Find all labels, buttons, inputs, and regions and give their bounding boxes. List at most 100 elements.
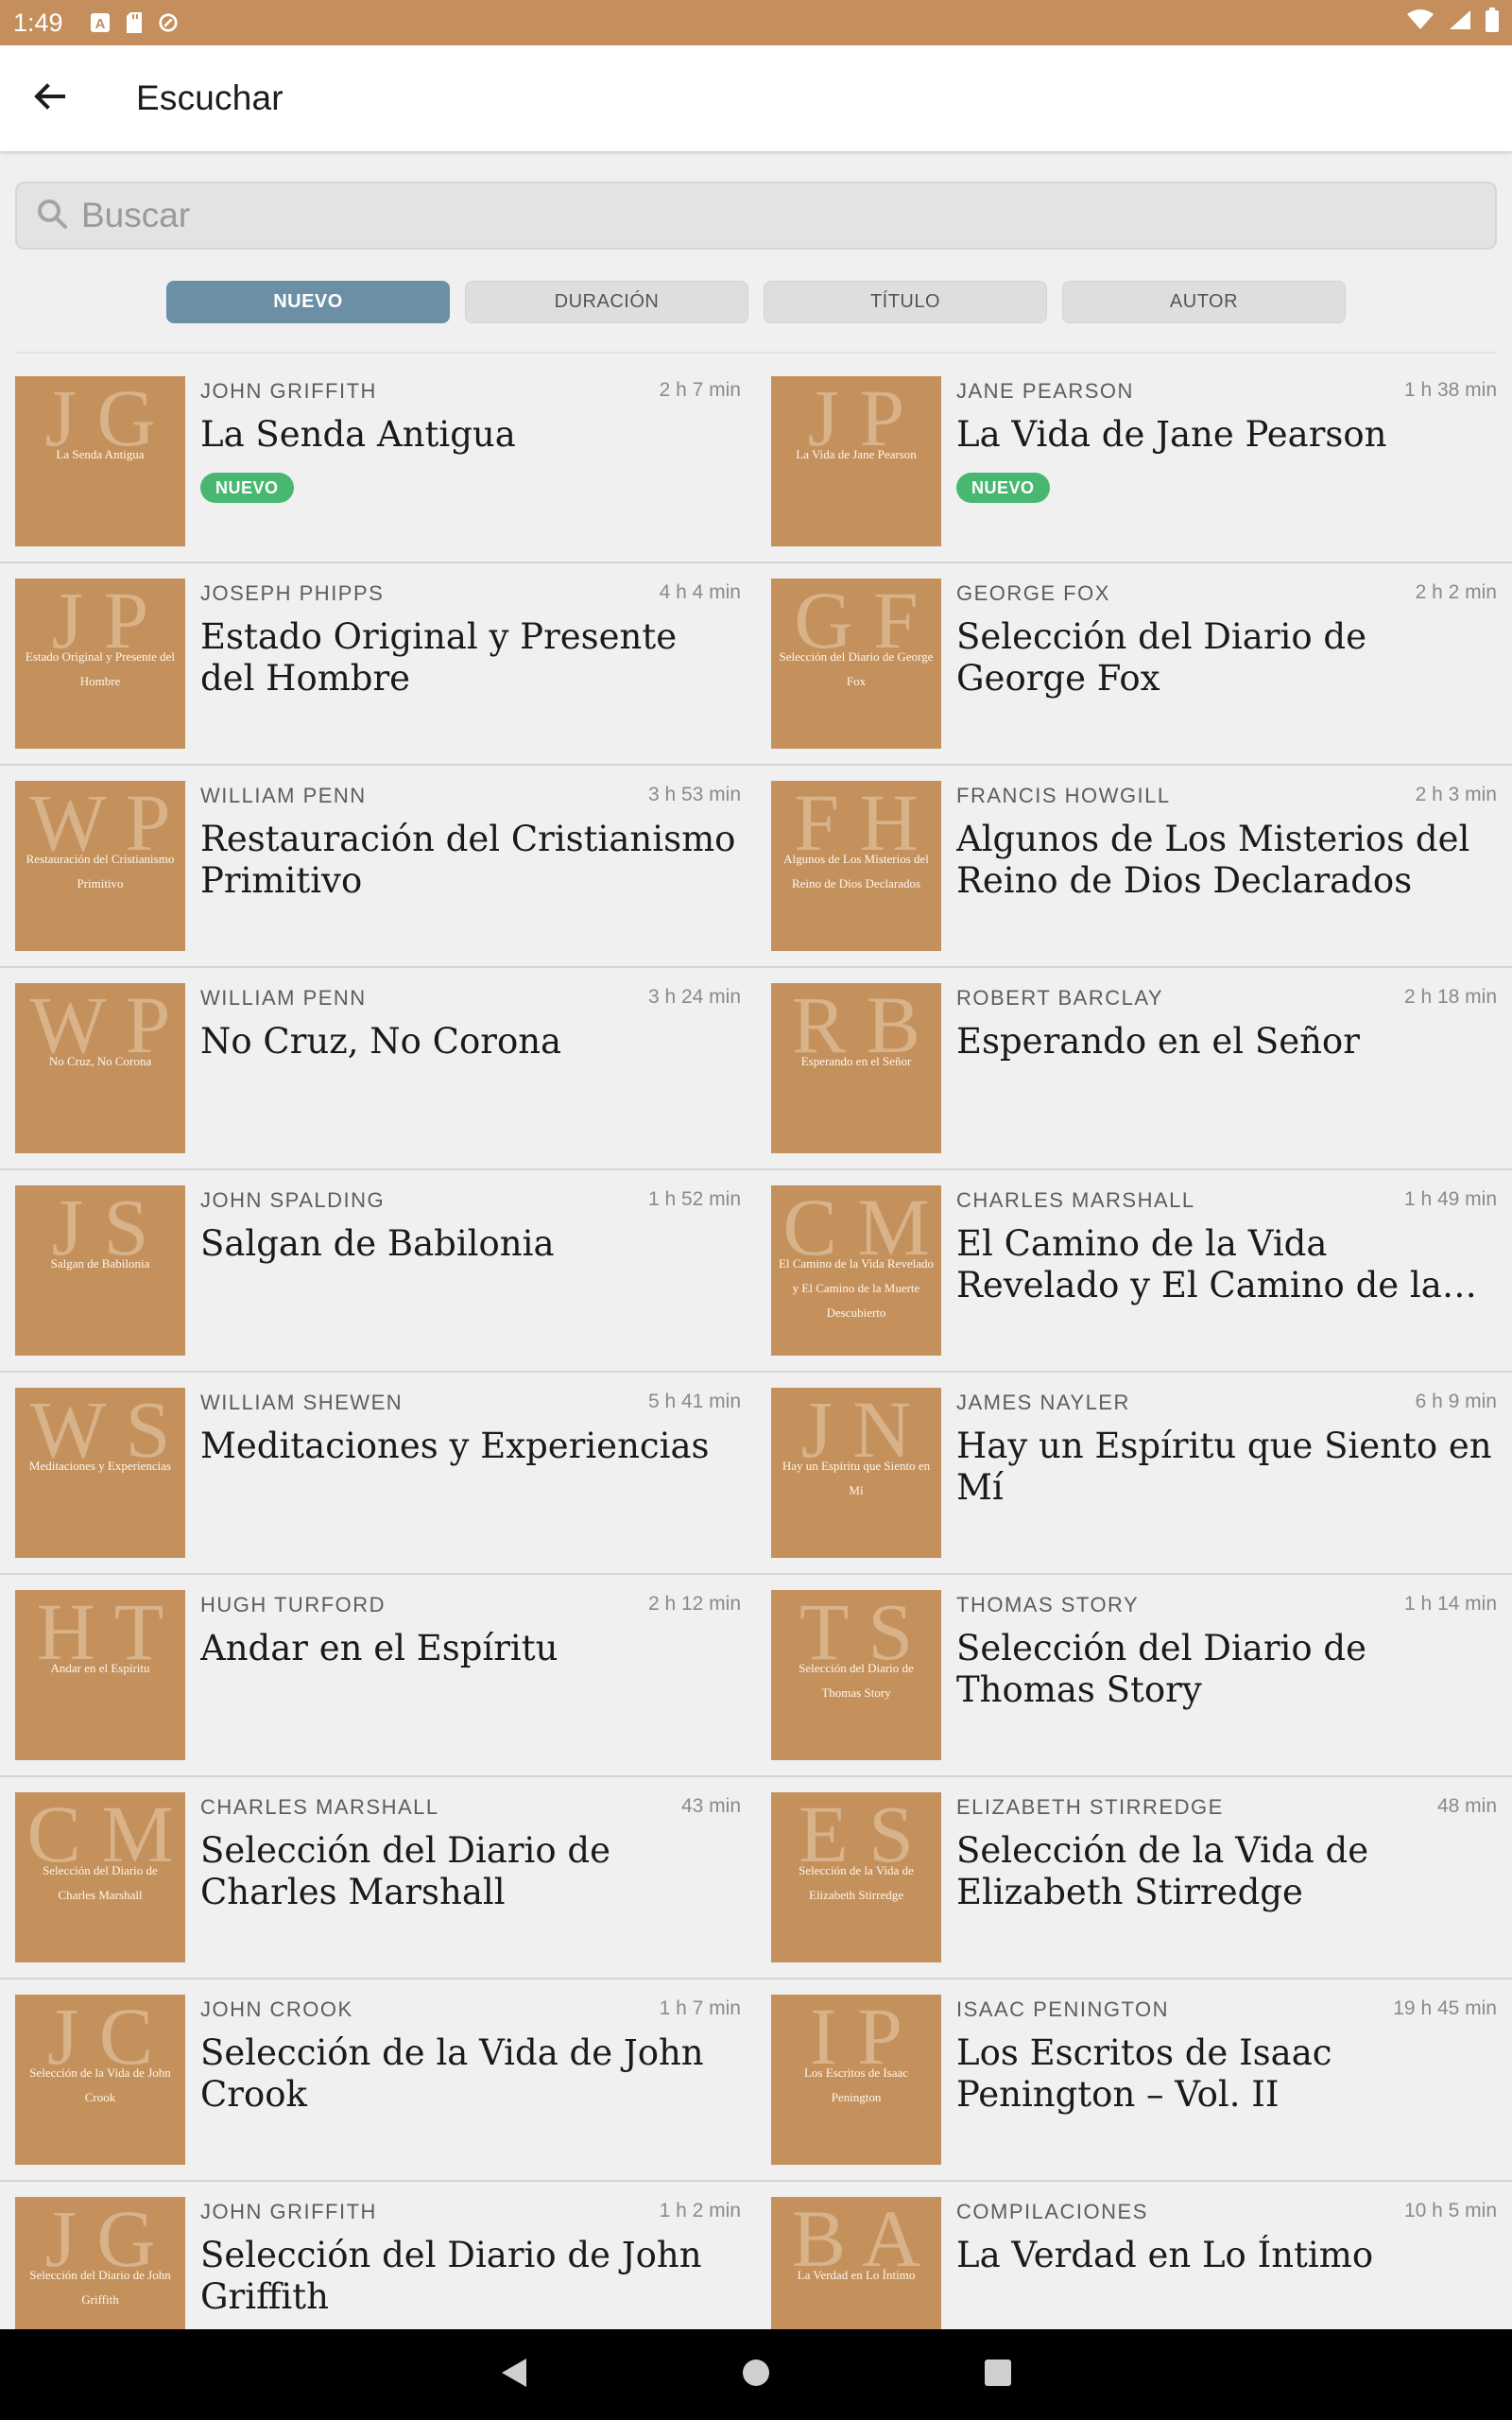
battery-icon (1486, 7, 1499, 39)
book-title: Selección del Diario de John Griffith (200, 2235, 702, 2317)
book-item[interactable]: J S Salgan de Babilonia JOHN SPALDING 1 h 5… (15, 1185, 741, 1356)
book-item[interactable]: J N Hay un Espíritu que Siento en Mí JAMES… (771, 1388, 1497, 1558)
sort-tabs: NUEVO DURACIÓN TÍTULO AUTOR (0, 281, 1512, 324)
book-author: HUGH TURFORD (200, 1593, 387, 1616)
search-bar[interactable] (15, 182, 1497, 250)
book-author: JAMES NAYLER (956, 1391, 1130, 1414)
book-row: J P Estado Original y Presente del Hombre… (0, 563, 1512, 766)
book-author: JOHN GRIFFITH (200, 2200, 377, 2223)
cover-title: La Vida de Jane Pearson (796, 447, 917, 461)
book-author: WILLIAM PENN (200, 784, 367, 807)
tab-titulo[interactable]: TÍTULO (764, 281, 1047, 323)
book-meta: JAMES NAYLER 6 h 9 min Hay un Espíritu que… (956, 1388, 1497, 1558)
new-badge: NUEVO (200, 473, 294, 503)
book-item[interactable]: C M Selección del Diario de Charles Marsh… (15, 1792, 741, 1962)
book-duration: 2 h 18 min (1403, 986, 1497, 1008)
book-cover: W P No Cruz, No Corona (15, 983, 185, 1153)
cover-title: Estado Original y Presente del Hombre (25, 649, 176, 688)
book-item[interactable]: J C Selección de la Vida de John Crook JOH… (15, 1995, 741, 2165)
status-bar: 1:49 A (0, 0, 1512, 45)
book-meta: HUGH TURFORD 2 h 12 min Andar en el Espíri… (200, 1590, 741, 1760)
book-author: JOSEPH PHIPPS (200, 581, 385, 605)
book-meta: CHARLES MARSHALL 1 h 49 min El Camino de l… (956, 1185, 1497, 1356)
book-meta: FRANCIS HOWGILL 2 h 3 min Algunos de Los M… (956, 781, 1497, 951)
book-item[interactable]: B A La Verdad en Lo Íntimo COMPILACIONES 10… (771, 2197, 1497, 2329)
notification-a-icon: A (90, 11, 111, 34)
search-icon (36, 198, 68, 234)
book-meta: JOHN GRIFFITH 1 h 2 min Selección del Diar… (200, 2197, 741, 2329)
book-title: Selección de la Vida de Elizabeth Stirre… (956, 1830, 1369, 1912)
book-duration: 2 h 3 min (1415, 784, 1497, 805)
back-button[interactable] (0, 45, 98, 151)
nav-recents-button[interactable] (941, 2329, 1055, 2420)
tab-duracion[interactable]: DURACIÓN (465, 281, 748, 323)
cover-title: Los Escritos de Isaac Penington (803, 2066, 909, 2104)
cover-title: Selección del Diario de George Fox (779, 649, 934, 688)
book-item[interactable]: J G La Senda Antigua JOHN GRIFFITH 2 h 7 mi… (15, 376, 741, 546)
book-cover: T S Selección del Diario de Thomas Story (771, 1590, 941, 1760)
new-badge: NUEVO (956, 473, 1050, 503)
book-item[interactable]: R B Esperando en el Señor ROBERT BARCLAY 2 … (771, 983, 1497, 1153)
book-author: THOMAS STORY (956, 1593, 1140, 1616)
book-meta: JOSEPH PHIPPS 4 h 4 min Estado Original y … (200, 579, 741, 749)
book-title: La Vida de Jane Pearson (956, 414, 1387, 455)
book-meta: GEORGE FOX 2 h 2 min Selección del Diario … (956, 579, 1497, 749)
book-title: Hay un Espíritu que Siento en Mí (956, 1426, 1492, 1508)
book-item[interactable]: W P No Cruz, No Corona WILLIAM PENN 3 h 24 … (15, 983, 741, 1153)
book-meta: WILLIAM PENN 3 h 53 min Restauración del C… (200, 781, 741, 951)
book-title: La Verdad en Lo Íntimo (956, 2235, 1374, 2275)
book-meta: JOHN GRIFFITH 2 h 7 min La Senda Antigua NU… (200, 376, 741, 546)
book-duration: 2 h 7 min (659, 379, 741, 401)
book-title: Estado Original y Presente del Hombre (200, 616, 678, 699)
cover-title: Selección del Diario de John Griffith (29, 2268, 171, 2307)
book-item[interactable]: C M El Camino de la Vida Revelado y El Ca… (771, 1185, 1497, 1356)
nav-home-button[interactable] (699, 2329, 813, 2420)
tab-nuevo[interactable]: NUEVO (166, 281, 450, 323)
book-item[interactable]: E S Selección de la Vida de Elizabeth Sti… (771, 1792, 1497, 1962)
book-author: WILLIAM PENN (200, 986, 367, 1010)
book-meta: ELIZABETH STIRREDGE 48 min Selección de la… (956, 1792, 1497, 1962)
book-item[interactable]: F H Algunos de Los Misterios del Reino de… (771, 781, 1497, 951)
book-duration: 1 h 38 min (1403, 379, 1497, 401)
book-duration: 1 h 14 min (1403, 1593, 1497, 1615)
book-meta: ISAAC PENINGTON 19 h 45 min Los Escritos d… (956, 1995, 1497, 2165)
book-item[interactable]: T S Selección del Diario de Thomas Story T… (771, 1590, 1497, 1760)
book-item[interactable]: W P Restauración del Cristianismo Primiti… (15, 781, 741, 951)
cover-title: Restauración del Cristianismo Primitivo (26, 852, 175, 890)
book-title: Algunos de Los Misterios del Reino de Di… (956, 819, 1470, 901)
book-duration: 10 h 5 min (1403, 2200, 1497, 2221)
book-item[interactable]: G F Selección del Diario de George Fox GEO… (771, 579, 1497, 749)
book-cover: J C Selección de la Vida de John Crook (15, 1995, 185, 2165)
book-title: Meditaciones y Experiencias (200, 1426, 710, 1466)
book-cover: H T Andar en el Espíritu (15, 1590, 185, 1760)
signal-icon (1448, 9, 1472, 38)
book-item[interactable]: J P La Vida de Jane Pearson JANE PEARSON 1 … (771, 376, 1497, 546)
book-row: H T Andar en el Espíritu HUGH TURFORD 2 h 1… (0, 1575, 1512, 1777)
book-item[interactable]: J G Selección del Diario de John Griffith… (15, 2197, 741, 2329)
cover-title: Selección del Diario de Thomas Story (799, 1661, 914, 1700)
arrow-back-icon (32, 79, 66, 118)
book-item[interactable]: W S Meditaciones y Experiencias WILLIAM SH… (15, 1388, 741, 1558)
book-meta: THOMAS STORY 1 h 14 min Selección del Diar… (956, 1590, 1497, 1760)
cover-title: No Cruz, No Corona (48, 1054, 152, 1068)
divider (15, 352, 1497, 354)
tab-autor[interactable]: AUTOR (1062, 281, 1346, 323)
book-meta: JOHN SPALDING 1 h 52 min Salgan de Babilon… (200, 1185, 741, 1356)
book-duration: 6 h 9 min (1415, 1391, 1497, 1412)
book-item[interactable]: I P Los Escritos de Isaac Penington ISAAC … (771, 1995, 1497, 2165)
nav-back-button[interactable] (457, 2329, 571, 2420)
book-cover: W S Meditaciones y Experiencias (15, 1388, 185, 1558)
search-input[interactable] (81, 196, 1404, 235)
home-circle-icon (741, 2358, 771, 2393)
book-duration: 48 min (1436, 1795, 1497, 1817)
book-author: COMPILACIONES (956, 2200, 1148, 2223)
book-author: JANE PEARSON (956, 379, 1134, 403)
book-item[interactable]: H T Andar en el Espíritu HUGH TURFORD 2 h 1… (15, 1590, 741, 1760)
book-author: FRANCIS HOWGILL (956, 784, 1171, 807)
book-author: GEORGE FOX (956, 581, 1110, 605)
book-meta: JANE PEARSON 1 h 38 min La Vida de Jane Pe… (956, 376, 1497, 546)
book-title: Selección del Diario de Charles Marshall (200, 1830, 610, 1912)
book-duration: 1 h 7 min (659, 1997, 741, 2019)
book-item[interactable]: J P Estado Original y Presente del Hombre… (15, 579, 741, 749)
book-duration: 1 h 49 min (1403, 1188, 1497, 1210)
